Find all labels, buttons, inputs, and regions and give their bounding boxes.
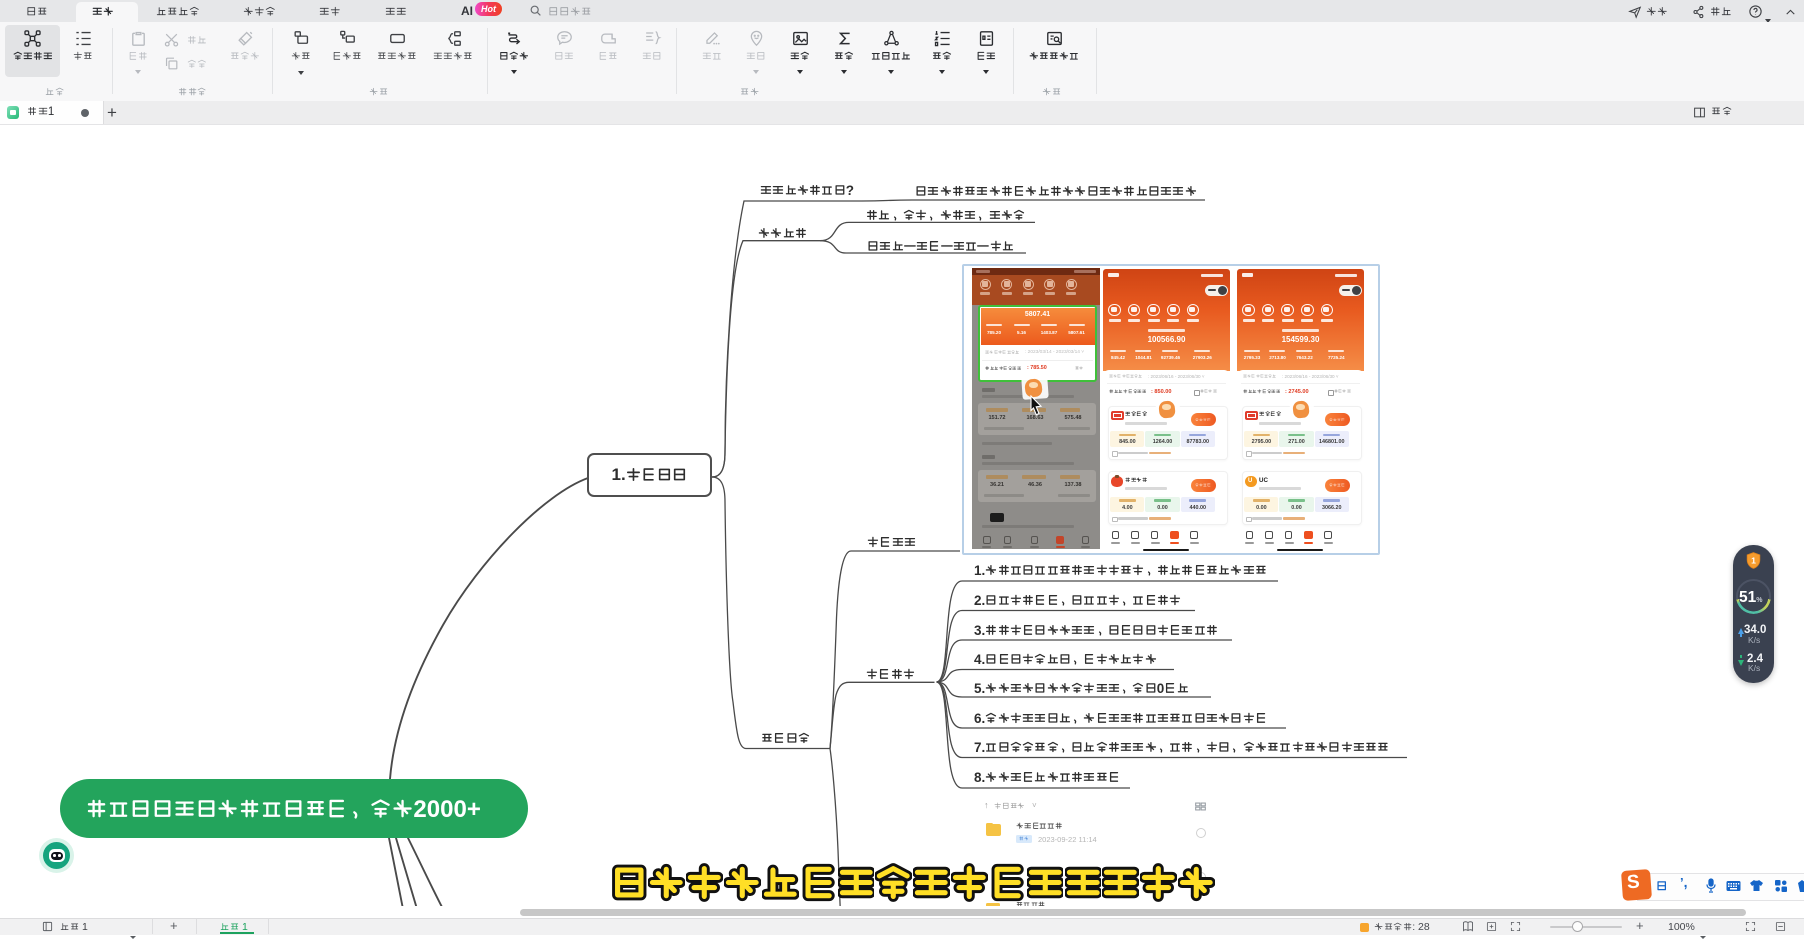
svg-text:1: 1 xyxy=(1751,556,1756,566)
